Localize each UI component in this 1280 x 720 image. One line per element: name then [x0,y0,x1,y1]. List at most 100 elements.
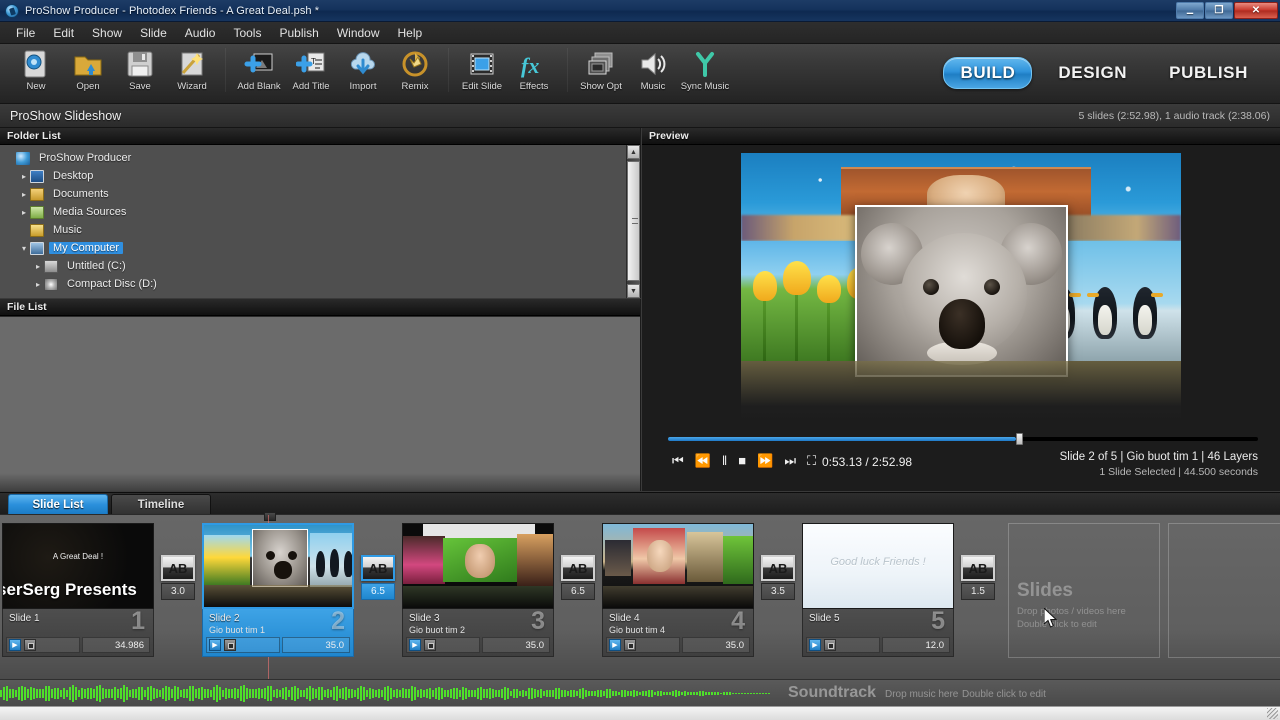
transition-duration[interactable]: 3.0 [161,583,195,600]
mode-button-design[interactable]: DESIGN [1042,58,1143,88]
menu-item-edit[interactable]: Edit [45,23,82,43]
stop-icon[interactable]: ■ [738,454,746,467]
slide-list-area[interactable]: A Great Deal ! serSerg Presents Slide 1 1 … [0,512,1280,680]
slide-thumbnail[interactable] [402,523,554,609]
transition-ab-icon[interactable]: AB [361,555,395,581]
slide-duration[interactable]: 34.986 [82,637,150,653]
splitter-handle[interactable] [264,512,276,521]
slides-drop-zone[interactable]: Slides Drop photos / videos here Double … [1008,523,1160,658]
soundtrack-bar[interactable]: Soundtrack Drop music here Double click … [0,679,1280,706]
toolbar-button-effects[interactable]: fx Effects [508,44,560,92]
transition-duration[interactable]: 6.5 [561,583,595,600]
transition-duration[interactable]: 6.5 [361,583,395,600]
copy-icon[interactable] [424,639,436,651]
menu-item-help[interactable]: Help [390,23,431,43]
menu-item-show[interactable]: Show [84,23,130,43]
transition-duration[interactable]: 1.5 [961,583,995,600]
folder-tree-item-media-sources[interactable]: ▸ Media Sources [0,203,640,221]
folder-tree-item-documents[interactable]: ▸ Documents [0,185,640,203]
toolbar-button-edit-slide[interactable]: Edit Slide [456,44,508,92]
toolbar-button-show-opt[interactable]: Show Opt [575,44,627,92]
transition-cell-2[interactable]: AB 6.5 [356,523,400,600]
toolbar-button-save[interactable]: Save [114,44,166,92]
scroll-up-button[interactable]: ▲ [627,145,640,159]
pause-icon[interactable]: ‖ [722,454,727,467]
toolbar-button-open[interactable]: Open [62,44,114,92]
toolbar-button-import[interactable]: Import [337,44,389,92]
rewind-icon[interactable]: ⏪ [695,454,711,467]
resize-grip-icon[interactable] [1267,708,1278,719]
slide-cell-3[interactable]: Slide 3 Gio buot tim 2 3 ▶ 35.0 [402,523,554,657]
slide-cell-4[interactable]: Slide 4 Gio buot tim 4 4 ▶ 35.0 [602,523,754,657]
scroll-down-button[interactable]: ▼ [627,284,640,298]
chevron-right-icon[interactable]: ▸ [32,280,44,289]
toolbar-button-new[interactable]: New [10,44,62,92]
folder-tree-item-music[interactable]: Music [0,221,640,239]
toolbar-button-music[interactable]: Music [627,44,679,92]
slide-cell-1[interactable]: A Great Deal ! serSerg Presents Slide 1 1 … [2,523,154,657]
chevron-right-icon[interactable]: ▸ [18,172,30,181]
chevron-right-icon[interactable]: ▸ [18,208,30,217]
transition-cell-4[interactable]: AB 3.5 [756,523,800,600]
slide-cell-5[interactable]: Good luck Friends ! Slide 5 5 ▶ 12.0 [802,523,954,657]
slide-duration[interactable]: 12.0 [882,637,950,653]
slide-duration[interactable]: 35.0 [282,637,350,653]
copy-icon[interactable] [224,639,236,651]
slide-cell-2[interactable]: Slide 2 Gio buot tim 1 2 ▶ 35.0 [202,523,354,657]
fullscreen-icon[interactable]: ⛶ [807,454,816,467]
play-icon[interactable]: ▶ [609,639,621,651]
skip-end-icon[interactable]: ⏭ [784,454,796,467]
menu-item-audio[interactable]: Audio [177,23,224,43]
slide-duration[interactable]: 35.0 [682,637,750,653]
fast-forward-icon[interactable]: ⏩ [757,454,773,467]
transition-ab-icon[interactable]: AB [961,555,995,581]
transition-cell-3[interactable]: AB 6.5 [556,523,600,600]
copy-icon[interactable] [824,639,836,651]
mode-button-publish[interactable]: PUBLISH [1153,58,1264,88]
slide-thumbnail[interactable]: A Great Deal ! serSerg Presents [2,523,154,609]
play-icon[interactable]: ▶ [409,639,421,651]
chevron-right-icon[interactable]: ▸ [32,262,44,271]
slide-thumbnail[interactable] [202,523,354,609]
scroll-thumb[interactable] [627,161,640,281]
tab-timeline[interactable]: Timeline [111,494,211,514]
toolbar-button-wizard[interactable]: Wizard [166,44,218,92]
menu-item-file[interactable]: File [8,23,43,43]
copy-icon[interactable] [624,639,636,651]
chevron-right-icon[interactable]: ▸ [18,190,30,199]
skip-start-icon[interactable]: ⏮ [672,454,684,467]
transition-ab-icon[interactable]: AB [761,555,795,581]
copy-icon[interactable] [24,639,36,651]
tab-slide-list[interactable]: Slide List [8,494,108,514]
seek-handle[interactable] [1016,433,1024,445]
slide-thumbnail[interactable]: Good luck Friends ! [802,523,954,609]
transition-ab-icon[interactable]: AB [561,555,595,581]
minimize-button[interactable]: – [1176,2,1204,19]
slides-drop-zone-empty[interactable] [1168,523,1280,658]
slide-thumbnail[interactable] [602,523,754,609]
folder-tree-item-untitled-c[interactable]: ▸ Untitled (C:) [0,257,640,275]
folder-tree-item-proshow-producer[interactable]: ProShow Producer [0,149,640,167]
folder-scrollbar[interactable]: ▲ ▼ [626,145,640,298]
toolbar-button-add-blank[interactable]: Add Blank [233,44,285,92]
play-icon[interactable]: ▶ [209,639,221,651]
maximize-button[interactable]: ❐ [1205,2,1233,19]
menu-item-publish[interactable]: Publish [271,23,326,43]
folder-tree[interactable]: ProShow Producer ▸ Desktop ▸ Documents ▸ Media… [0,145,640,298]
folder-tree-item-my-computer[interactable]: ▾ My Computer [0,239,640,257]
menu-item-tools[interactable]: Tools [225,23,269,43]
menu-item-window[interactable]: Window [329,23,388,43]
folder-tree-item-compact-disc-d[interactable]: ▸ Compact Disc (D:) [0,275,640,293]
chevron-down-icon[interactable]: ▾ [18,244,30,253]
transition-duration[interactable]: 3.5 [761,583,795,600]
play-icon[interactable]: ▶ [809,639,821,651]
seek-bar[interactable] [668,433,1258,445]
toolbar-button-add-title[interactable]: T Add Title [285,44,337,92]
menu-item-slide[interactable]: Slide [132,23,175,43]
slide-duration[interactable]: 35.0 [482,637,550,653]
transition-cell-5[interactable]: AB 1.5 [956,523,1000,600]
mode-button-build[interactable]: BUILD [943,57,1033,89]
toolbar-button-sync-music[interactable]: Sync Music [679,44,731,92]
transition-ab-icon[interactable]: AB [161,555,195,581]
file-list-body[interactable] [0,316,640,491]
